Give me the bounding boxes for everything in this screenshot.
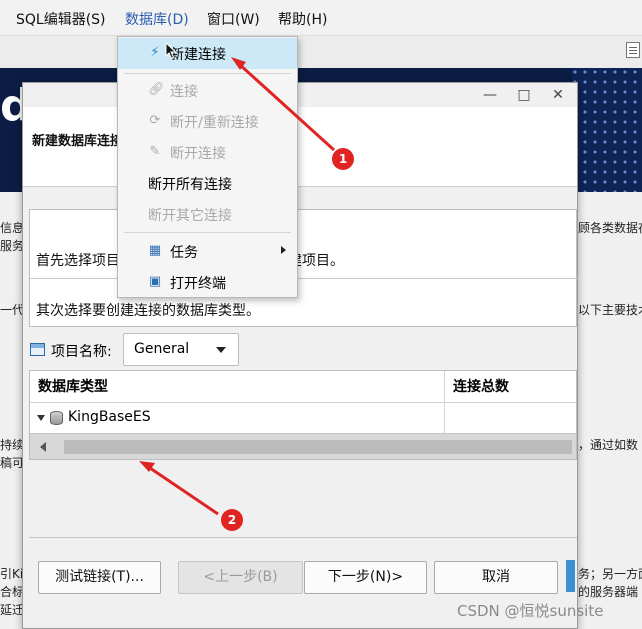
- annotation-arrows: [139, 57, 336, 516]
- annotation-arrow-2: [146, 464, 219, 516]
- screen: SQL编辑器(S) 数据库(D) 窗口(W) 帮助(H) d 信息挂 服务及编 …: [0, 0, 642, 629]
- annotation-badge-1: 1: [332, 148, 354, 170]
- annotation-badge-2: 2: [221, 509, 243, 531]
- watermark: CSDN @恒悦sunsite: [457, 602, 604, 620]
- annotation-arrow-1: [237, 62, 336, 152]
